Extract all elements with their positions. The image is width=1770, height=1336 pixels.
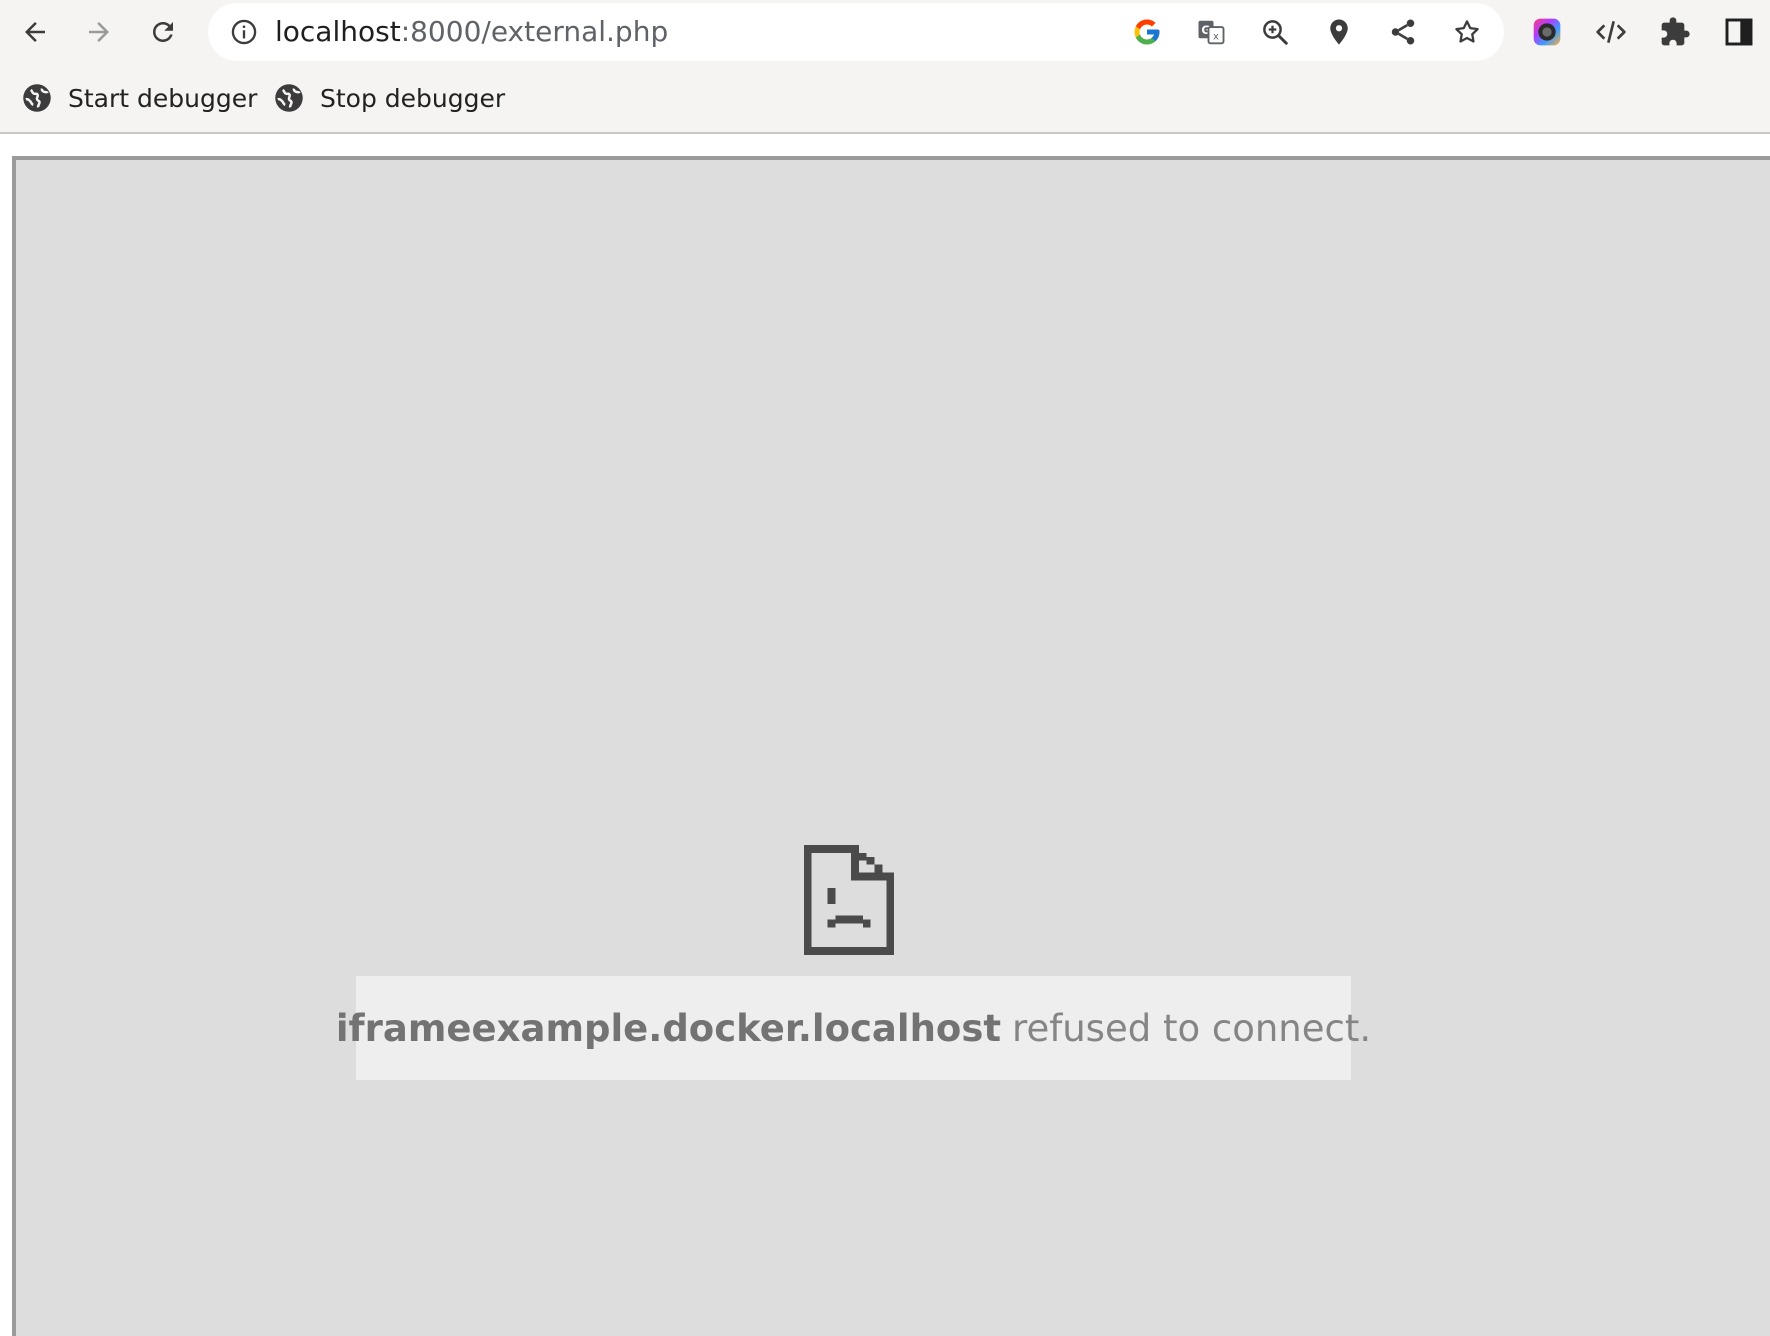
- error-message: iframeexample.docker.localhost refused t…: [336, 976, 1371, 1080]
- error-text: refused to connect.: [1012, 1006, 1372, 1050]
- location-icon: [1330, 19, 1348, 45]
- translate-icon: G x: [1198, 20, 1225, 45]
- code-extension-icon: [1596, 21, 1626, 43]
- share-icon: [1391, 19, 1415, 45]
- url-host: localhost: [275, 15, 401, 48]
- info-icon[interactable]: [230, 18, 258, 46]
- url-path: :8000/external.php: [400, 15, 669, 48]
- svg-text:x: x: [1213, 32, 1219, 43]
- extensions-button[interactable]: [1655, 12, 1695, 52]
- bookmark-start-debugger[interactable]: Start debugger: [16, 78, 263, 118]
- extensions-puzzle-icon: [1661, 17, 1690, 46]
- sad-page-icon: [803, 845, 895, 955]
- google-icon: [1134, 19, 1160, 45]
- page-content: iframeexample.docker.localhost refused t…: [0, 136, 1770, 1336]
- side-panel-icon: [1725, 18, 1753, 46]
- back-button[interactable]: [15, 12, 55, 52]
- globe-icon: [23, 84, 51, 112]
- error-host: iframeexample.docker.localhost: [335, 1006, 1002, 1050]
- location-button[interactable]: [1322, 15, 1356, 49]
- color-picker-extension-button[interactable]: [1527, 12, 1567, 52]
- browser-toolbar: localhost:8000/external.php G x: [0, 0, 1770, 64]
- google-lens-button[interactable]: [1130, 15, 1164, 49]
- url-text[interactable]: localhost:8000/external.php: [275, 3, 668, 61]
- bookmark-star-button[interactable]: [1450, 15, 1484, 49]
- bookmark-star-icon: [1455, 20, 1479, 43]
- share-button[interactable]: [1386, 15, 1420, 49]
- reload-button[interactable]: [143, 12, 183, 52]
- side-panel-button[interactable]: [1719, 12, 1759, 52]
- bookmark-label: Stop debugger: [320, 83, 506, 113]
- globe-icon: [275, 84, 303, 112]
- code-extension-button[interactable]: [1591, 12, 1631, 52]
- bookmarks-bar: Start debugger Stop debugger: [0, 64, 1770, 134]
- arrow-back-icon: [25, 22, 45, 42]
- bookmark-label: Start debugger: [68, 83, 258, 113]
- arrow-forward-icon: [89, 22, 109, 42]
- address-bar[interactable]: localhost:8000/external.php G x: [208, 3, 1504, 61]
- translate-button[interactable]: G x: [1194, 15, 1228, 49]
- forward-button[interactable]: [79, 12, 119, 52]
- bookmark-stop-debugger[interactable]: Stop debugger: [268, 78, 511, 118]
- zoom-button[interactable]: [1258, 15, 1292, 49]
- reload-icon: [153, 22, 173, 42]
- embedded-iframe: iframeexample.docker.localhost refused t…: [12, 156, 1770, 1336]
- color-picker-extension-icon: [1533, 18, 1561, 46]
- zoom-icon: [1263, 20, 1288, 45]
